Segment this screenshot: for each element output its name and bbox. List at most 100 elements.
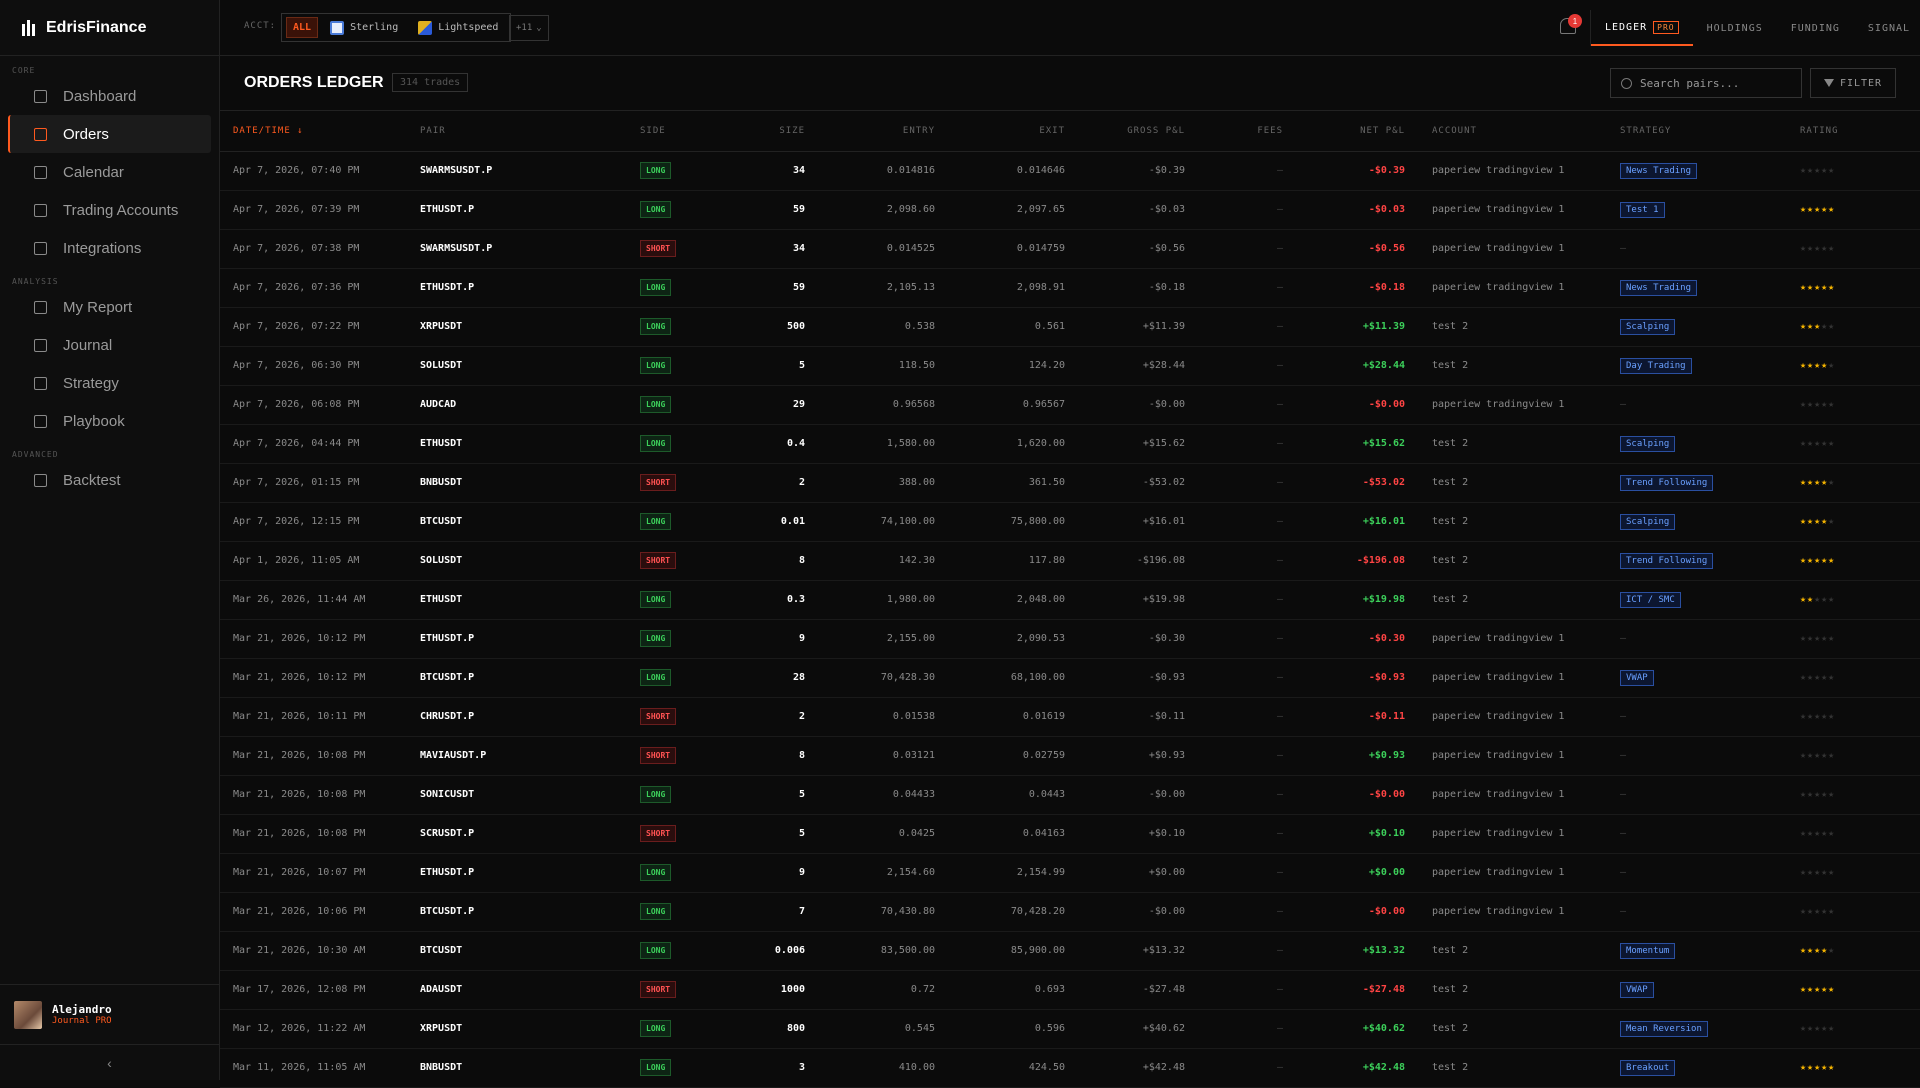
table-row[interactable]: Apr 7, 2026, 07:39 PM ETHUSDT.P LONG 59 2,09… (220, 190, 1920, 230)
star-icon[interactable]: ★ (1807, 828, 1814, 839)
column-header[interactable]: PAIR (420, 111, 640, 152)
star-icon[interactable]: ★ (1800, 1062, 1807, 1073)
tab-ledger[interactable]: LEDGER PRO (1591, 10, 1693, 46)
strategy-tag[interactable]: Trend Following (1620, 552, 1714, 569)
sidebar-item-backtest[interactable]: Backtest (8, 461, 211, 499)
star-icon[interactable]: ★ (1800, 594, 1807, 605)
star-icon[interactable]: ★ (1828, 555, 1835, 566)
star-icon[interactable]: ★ (1807, 516, 1814, 527)
star-icon[interactable]: ★ (1828, 204, 1835, 215)
collapse-sidebar-button[interactable]: ‹ (0, 1044, 219, 1080)
star-icon[interactable]: ★ (1800, 321, 1807, 332)
star-icon[interactable]: ★ (1807, 321, 1814, 332)
star-icon[interactable]: ★ (1800, 984, 1807, 995)
account-all-button[interactable]: ALL (286, 17, 319, 38)
sidebar-item-journal[interactable]: Journal (8, 326, 211, 364)
table-row[interactable]: Apr 1, 2026, 11:05 AM SOLUSDT SHORT 8 142.30… (220, 541, 1920, 581)
table-row[interactable]: Apr 7, 2026, 07:36 PM ETHUSDT.P LONG 59 2,10… (220, 268, 1920, 308)
star-icon[interactable]: ★ (1800, 906, 1807, 917)
star-icon[interactable]: ★ (1807, 1062, 1814, 1073)
star-icon[interactable]: ★ (1828, 282, 1835, 293)
user-profile[interactable]: Alejandro Journal PRO (0, 984, 219, 1044)
star-icon[interactable]: ★ (1800, 165, 1807, 176)
star-icon[interactable]: ★ (1800, 243, 1807, 254)
star-icon[interactable]: ★ (1828, 165, 1835, 176)
star-icon[interactable]: ★ (1828, 438, 1835, 449)
sidebar-item-strategy[interactable]: Strategy (8, 364, 211, 402)
sidebar-item-orders[interactable]: Orders (8, 115, 211, 153)
table-row[interactable]: Mar 11, 2026, 11:05 AM BNBUSDT LONG 3 410.00… (220, 1048, 1920, 1088)
star-icon[interactable]: ★ (1800, 867, 1807, 878)
star-icon[interactable]: ★ (1800, 750, 1807, 761)
star-icon[interactable]: ★ (1828, 516, 1835, 527)
star-icon[interactable]: ★ (1828, 1062, 1835, 1073)
sidebar-item-calendar[interactable]: Calendar (8, 153, 211, 191)
star-icon[interactable]: ★ (1807, 165, 1814, 176)
table-row[interactable]: Mar 17, 2026, 12:08 PM ADAUSDT SHORT 1000 0.… (220, 970, 1920, 1010)
star-icon[interactable]: ★ (1828, 945, 1835, 956)
table-row[interactable]: Mar 12, 2026, 11:22 AM XRPUSDT LONG 800 0.54… (220, 1009, 1920, 1049)
star-icon[interactable]: ★ (1800, 789, 1807, 800)
column-header[interactable]: STRATEGY (1610, 111, 1790, 152)
search-input[interactable] (1640, 76, 1790, 90)
table-row[interactable]: Mar 21, 2026, 10:12 PM ETHUSDT.P LONG 9 2,15… (220, 619, 1920, 659)
star-icon[interactable]: ★ (1800, 555, 1807, 566)
strategy-tag[interactable]: News Trading (1620, 162, 1698, 179)
star-icon[interactable]: ★ (1828, 672, 1835, 683)
strategy-tag[interactable]: VWAP (1620, 669, 1654, 686)
column-header[interactable]: NET P&L (1283, 111, 1405, 152)
star-icon[interactable]: ★ (1800, 711, 1807, 722)
star-icon[interactable]: ★ (1807, 906, 1814, 917)
more-accounts-dropdown[interactable]: +11 ⌄ (509, 15, 549, 41)
star-icon[interactable]: ★ (1807, 984, 1814, 995)
strategy-tag[interactable]: VWAP (1620, 981, 1654, 998)
sidebar-item-dashboard[interactable]: Dashboard (8, 77, 211, 115)
star-icon[interactable]: ★ (1807, 633, 1814, 644)
star-icon[interactable]: ★ (1828, 633, 1835, 644)
brand[interactable]: EdrisFinance (0, 0, 219, 56)
table-row[interactable]: Mar 21, 2026, 10:08 PM MAVIAUSDT.P SHORT 8 0… (220, 736, 1920, 776)
strategy-tag[interactable]: Momentum (1620, 942, 1676, 959)
star-icon[interactable]: ★ (1807, 399, 1814, 410)
star-icon[interactable]: ★ (1807, 672, 1814, 683)
star-icon[interactable]: ★ (1807, 711, 1814, 722)
table-row[interactable]: Mar 21, 2026, 10:12 PM BTCUSDT.P LONG 28 70,… (220, 658, 1920, 698)
strategy-tag[interactable]: News Trading (1620, 279, 1698, 296)
sidebar-item-playbook[interactable]: Playbook (8, 402, 211, 440)
star-icon[interactable]: ★ (1828, 828, 1835, 839)
table-row[interactable]: Apr 7, 2026, 04:44 PM ETHUSDT LONG 0.4 1,580… (220, 424, 1920, 464)
star-icon[interactable]: ★ (1800, 438, 1807, 449)
table-row[interactable]: Apr 7, 2026, 06:08 PM AUDCAD LONG 29 0.96568… (220, 385, 1920, 425)
tab-funding[interactable]: FUNDING (1777, 10, 1854, 46)
star-icon[interactable]: ★ (1807, 867, 1814, 878)
strategy-tag[interactable]: ICT / SMC (1620, 591, 1681, 608)
star-icon[interactable]: ★ (1828, 243, 1835, 254)
star-icon[interactable]: ★ (1828, 789, 1835, 800)
star-icon[interactable]: ★ (1807, 945, 1814, 956)
star-icon[interactable]: ★ (1807, 477, 1814, 488)
column-header[interactable]: GROSS P&L (1065, 111, 1185, 152)
star-icon[interactable]: ★ (1807, 750, 1814, 761)
strategy-tag[interactable]: Scalping (1620, 318, 1676, 335)
table-row[interactable]: Mar 21, 2026, 10:07 PM ETHUSDT.P LONG 9 2,15… (220, 853, 1920, 893)
star-icon[interactable]: ★ (1828, 594, 1835, 605)
table-row[interactable]: Mar 26, 2026, 11:44 AM ETHUSDT LONG 0.3 1,98… (220, 580, 1920, 620)
strategy-tag[interactable]: Mean Reversion (1620, 1020, 1708, 1037)
star-icon[interactable]: ★ (1828, 477, 1835, 488)
table-row[interactable]: Apr 7, 2026, 07:38 PM SWARMSUSDT.P SHORT 34… (220, 229, 1920, 269)
star-icon[interactable]: ★ (1828, 711, 1835, 722)
star-icon[interactable]: ★ (1828, 750, 1835, 761)
star-icon[interactable]: ★ (1800, 633, 1807, 644)
star-icon[interactable]: ★ (1800, 204, 1807, 215)
column-header[interactable]: SIDE (640, 111, 720, 152)
strategy-tag[interactable]: Breakout (1620, 1059, 1676, 1076)
star-icon[interactable]: ★ (1828, 321, 1835, 332)
table-row[interactable]: Mar 21, 2026, 10:08 PM SONICUSDT LONG 5 0.04… (220, 775, 1920, 815)
table-row[interactable]: Mar 21, 2026, 10:30 AM BTCUSDT LONG 0.006 83… (220, 931, 1920, 971)
star-icon[interactable]: ★ (1800, 399, 1807, 410)
star-icon[interactable]: ★ (1828, 399, 1835, 410)
star-icon[interactable]: ★ (1800, 360, 1807, 371)
star-icon[interactable]: ★ (1828, 867, 1835, 878)
strategy-tag[interactable]: Test 1 (1620, 201, 1665, 218)
column-header[interactable]: ACCOUNT (1405, 111, 1610, 152)
